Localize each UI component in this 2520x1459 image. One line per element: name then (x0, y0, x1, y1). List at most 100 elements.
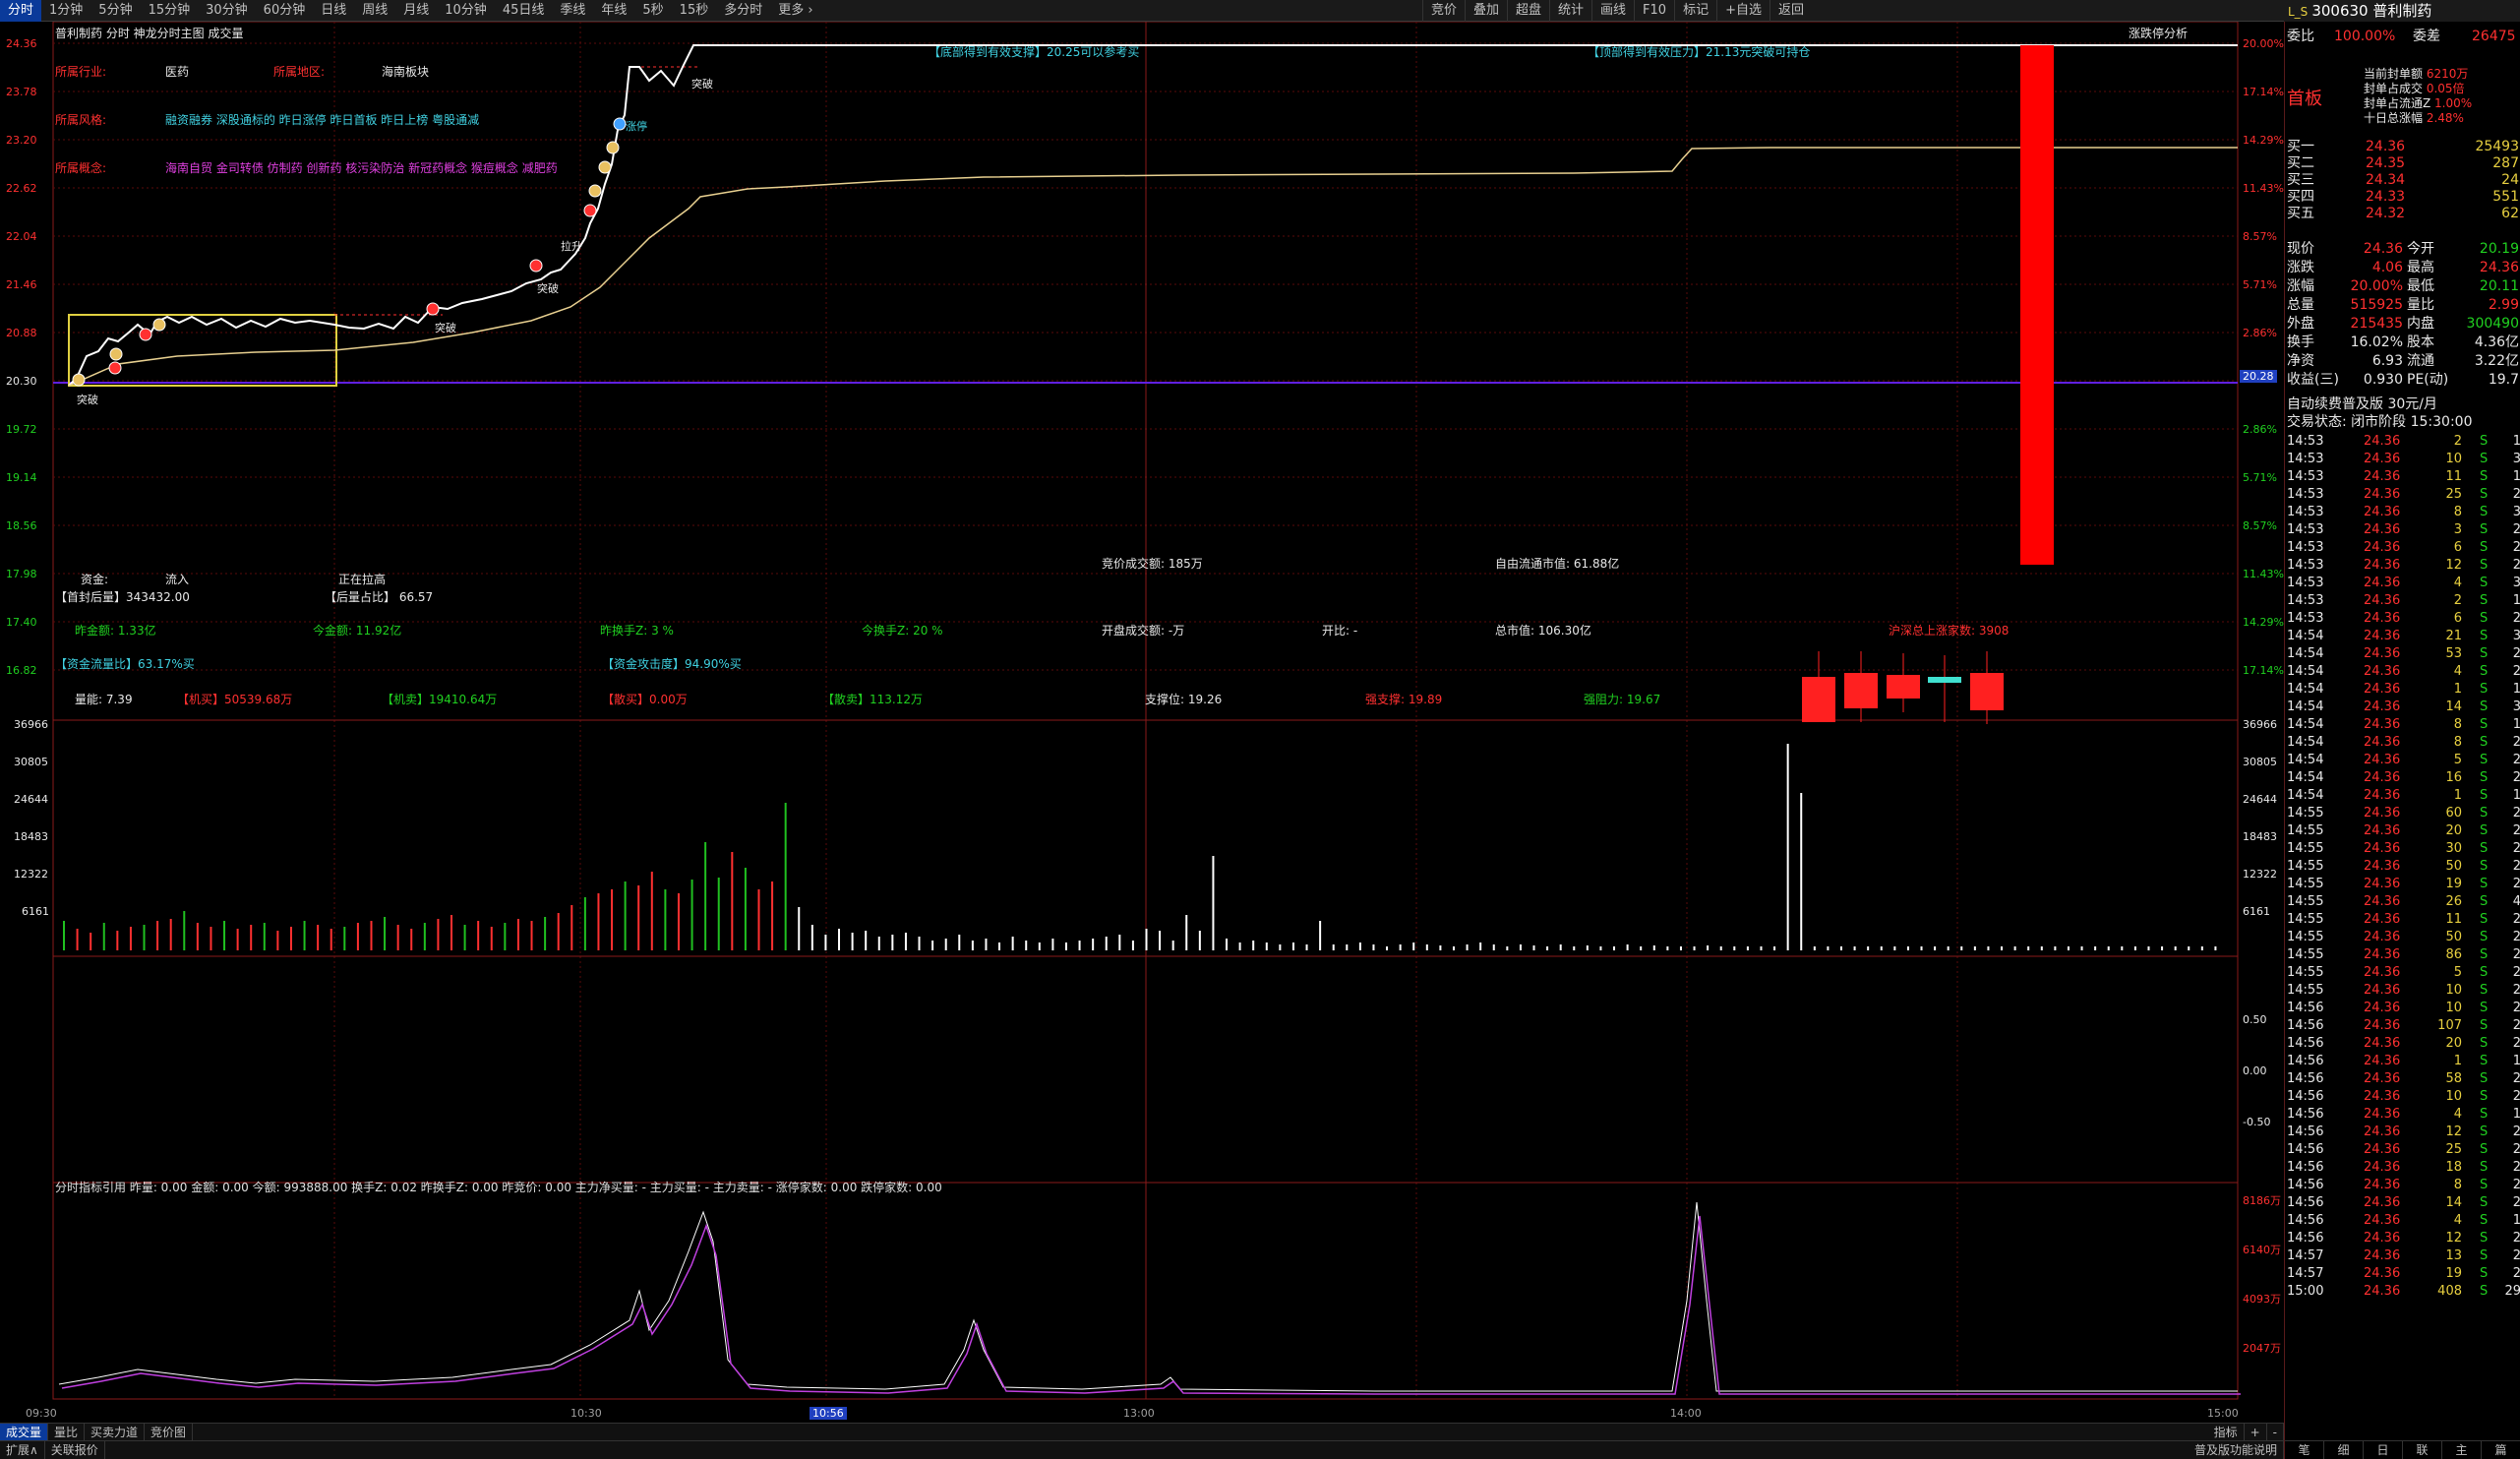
fee-notice[interactable]: 自动续费普及版 30元/月 (2287, 395, 2437, 413)
tab-monthly[interactable]: 月线 (395, 0, 437, 22)
tab-yearly[interactable]: 年线 (593, 0, 634, 22)
bid-row: 买三 24.34 24 (2287, 171, 2519, 189)
pct-axis-6: 2.86% (2243, 327, 2277, 339)
tab-volume[interactable]: 成交量 (0, 1424, 49, 1440)
volume-bar (2027, 946, 2030, 950)
tab-daily[interactable]: 日线 (313, 0, 354, 22)
volume-bar (1947, 946, 1950, 950)
volume-bar (570, 905, 573, 950)
btn-biaoji[interactable]: 标记 (1674, 0, 1716, 22)
tab-10min[interactable]: 10分钟 (437, 0, 495, 22)
volume-bar (1573, 946, 1576, 950)
volume-bar (1893, 946, 1896, 950)
btn-tongji[interactable]: 统计 (1549, 0, 1591, 22)
tab-5min[interactable]: 5分钟 (90, 0, 140, 22)
btn-expand[interactable]: 扩展∧ (0, 1441, 45, 1459)
limit-analysis-link[interactable]: 涨跌停分析 (2129, 25, 2188, 41)
tab-5sec[interactable]: 5秒 (634, 0, 671, 22)
tab-multi-fenshi[interactable]: 多分时 (716, 0, 770, 22)
pct-axis-4: 8.57% (2243, 230, 2277, 243)
btn-huaxian[interactable]: 画线 (1591, 0, 1634, 22)
btn-f10[interactable]: F10 (1634, 0, 1674, 22)
tick-row: 14:55 24.36 19 S 2 (2287, 876, 2520, 893)
volume-bar (116, 931, 119, 950)
mini-candle (1802, 677, 1835, 722)
pct-axis-2: 14.29% (2243, 134, 2284, 147)
tick-row: 14:56 24.36 25 S 2 (2287, 1141, 2520, 1159)
btn-jingjia[interactable]: 竞价 (1421, 0, 1465, 22)
tab-30min[interactable]: 30分钟 (198, 0, 256, 22)
region-label: 所属地区: (273, 65, 326, 79)
tick-side: S (2480, 965, 2489, 980)
volume-bar (356, 923, 359, 950)
tab-quarterly[interactable]: 季线 (552, 0, 593, 22)
sidebar-tab[interactable]: 篇 (2482, 1441, 2520, 1459)
btn-indicator[interactable]: 指标 (2208, 1424, 2245, 1440)
tab-weekly[interactable]: 周线 (354, 0, 395, 22)
quote-value: 0.930 (2363, 372, 2403, 388)
tab-60min[interactable]: 60分钟 (256, 0, 314, 22)
volume-bar (516, 919, 519, 950)
tick-price: 24.36 (2364, 770, 2401, 785)
tab-15min[interactable]: 15分钟 (141, 0, 199, 22)
btn-zoom-out[interactable]: - (2267, 1424, 2284, 1440)
btn-diejia[interactable]: 叠加 (1464, 0, 1507, 22)
volume-bar (1386, 946, 1389, 950)
bid-price: 24.36 (2366, 139, 2406, 154)
btn-back[interactable]: 返回 (1769, 0, 1812, 22)
tick-volume: 14 (2445, 1195, 2462, 1210)
tick-time: 14:53 (2287, 452, 2324, 466)
tab-maimai[interactable]: 买卖力道 (85, 1424, 146, 1440)
tick-price: 24.36 (2364, 1231, 2401, 1246)
quote-key-2: 最低 (2407, 278, 2434, 294)
volume-bar (1613, 946, 1616, 950)
volume-bar (1439, 945, 1442, 950)
tab-jingjia-chart[interactable]: 竞价图 (145, 1424, 194, 1440)
volume-bar (530, 921, 533, 950)
tab-more[interactable]: 更多 › (770, 0, 820, 22)
quote-key: 净资 (2287, 353, 2314, 369)
tick-volume: 1 (2453, 1054, 2462, 1068)
intraday-chart-svg (52, 22, 2241, 1400)
tick-volume: 58 (2445, 1071, 2462, 1086)
volume-bar (169, 919, 172, 950)
volume-bar (664, 889, 667, 950)
sidebar-tab[interactable]: 笔 (2285, 1441, 2324, 1459)
tab-15sec[interactable]: 15秒 (672, 0, 717, 22)
tab-1min[interactable]: 1分钟 (41, 0, 90, 22)
link-feature-doc[interactable]: 普及版功能说明 (2189, 1441, 2284, 1459)
volume-bar (1746, 946, 1749, 950)
btn-add-watchlist[interactable]: +自选 (1716, 0, 1770, 22)
sidebar-tab[interactable]: 联 (2403, 1441, 2442, 1459)
btn-zoom-in[interactable]: + (2245, 1424, 2267, 1440)
tick-row: 14:56 24.36 4 S 1 (2287, 1106, 2520, 1124)
bid-price: 24.33 (2366, 189, 2406, 205)
stat-sanmai: 【散买】0.00万 (602, 693, 688, 706)
pct-axis-11: 11.43% (2243, 568, 2284, 580)
tick-count: 2 (2512, 823, 2520, 838)
tick-volume: 13 (2445, 1248, 2462, 1263)
tick-side: S (2480, 505, 2489, 519)
volume-bar (2013, 946, 2016, 950)
sidebar-tab[interactable]: 主 (2442, 1441, 2482, 1459)
tick-count: 3 (2512, 629, 2520, 643)
tick-count: 1 (2512, 469, 2520, 484)
stat-hutao: 沪深总上涨家数: 3908 (1889, 624, 2010, 638)
quote-value-2: 300490 (2466, 316, 2519, 332)
tick-volume: 25 (2445, 1142, 2462, 1157)
sidebar-tab[interactable]: 日 (2364, 1441, 2403, 1459)
volume-bar (1773, 946, 1776, 950)
sidebar-tab[interactable]: 细 (2324, 1441, 2364, 1459)
btn-chaopan[interactable]: 超盘 (1506, 0, 1549, 22)
volume-bar (677, 893, 680, 950)
chart-area: 普利制药 分时 神龙分时主图 成交量 涨跌停分析 所属行业: 医药 所属地区: … (0, 22, 2284, 1427)
tick-side: S (2480, 699, 2489, 714)
tick-side: S (2480, 664, 2489, 679)
tab-liangbi[interactable]: 量比 (48, 1424, 86, 1440)
tick-price: 24.36 (2364, 1054, 2401, 1068)
tab-45day[interactable]: 45日线 (495, 0, 553, 22)
tick-count: 2 (2512, 540, 2520, 555)
ind2-axis-0: 8186万 (2243, 1194, 2281, 1207)
tab-fenshi[interactable]: 分时 (0, 0, 42, 22)
btn-related-quote[interactable]: 关联报价 (45, 1441, 105, 1459)
